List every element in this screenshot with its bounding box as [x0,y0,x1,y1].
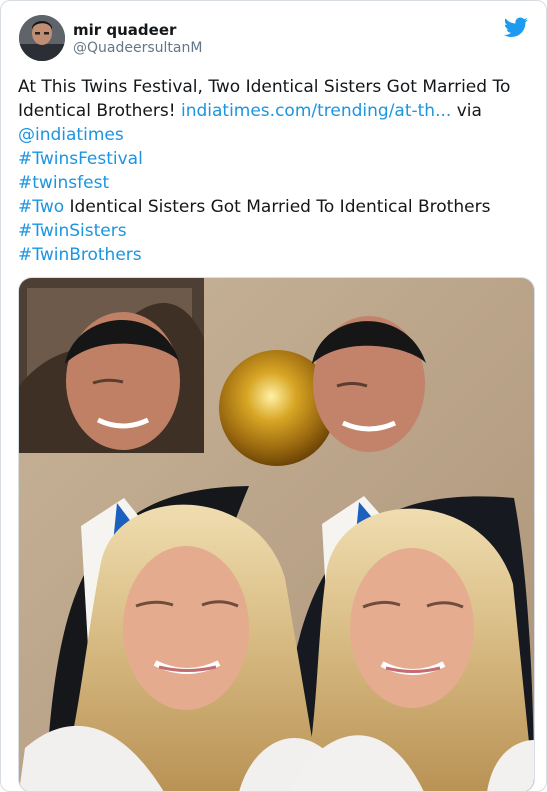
tweet-line-2: Identical Brothers! indiatimes.com/trend… [18,99,528,123]
tweet-line-6: #Two Identical Sisters Got Married To Id… [18,195,528,219]
avatar-image [19,15,65,61]
tweet-line-1: At This Twins Festival, Two Identical Si… [18,75,528,99]
mention-indiatimes[interactable]: @indiatimes [18,125,124,145]
tweet-card: mir quadeer @QuadeersultanM At This Twin… [0,0,547,792]
tweet-line-3: @indiatimes [18,123,528,147]
tweet-header: mir quadeer @QuadeersultanM [19,13,528,69]
tweet-line-5: #twinsfest [18,171,528,195]
tweet-text-segment: via [456,101,482,121]
tweet-line-4: #TwinsFestival [18,147,528,171]
tweet-text-segment: Identical Brothers! [18,101,181,121]
tweet-line-8: #TwinBrothers [18,243,528,267]
hashtag-twinsfest[interactable]: #twinsfest [18,173,109,193]
hashtag-twin-brothers[interactable]: #TwinBrothers [18,245,142,265]
article-link[interactable]: indiatimes.com/trending/at-th... [181,101,451,121]
hashtag-two[interactable]: #Two [18,197,64,217]
hashtag-twin-sisters[interactable]: #TwinSisters [18,221,127,241]
tweet-photo[interactable] [18,277,535,791]
tweet-text: At This Twins Festival, Two Identical Si… [18,75,528,267]
user-block: mir quadeer @QuadeersultanM [73,21,202,57]
avatar[interactable] [19,15,65,61]
display-name[interactable]: mir quadeer [73,21,202,39]
user-handle[interactable]: @QuadeersultanM [73,39,202,57]
hashtag-twins-festival[interactable]: #TwinsFestival [18,149,143,169]
tweet-text-segment: Identical Sisters Got Married To Identic… [69,197,491,217]
tweet-text-segment: At This Twins Festival, Two Identical Si… [18,77,511,97]
tweet-line-7: #TwinSisters [18,219,528,243]
photo-illustration [19,278,534,791]
twitter-bird-icon[interactable] [503,15,528,39]
